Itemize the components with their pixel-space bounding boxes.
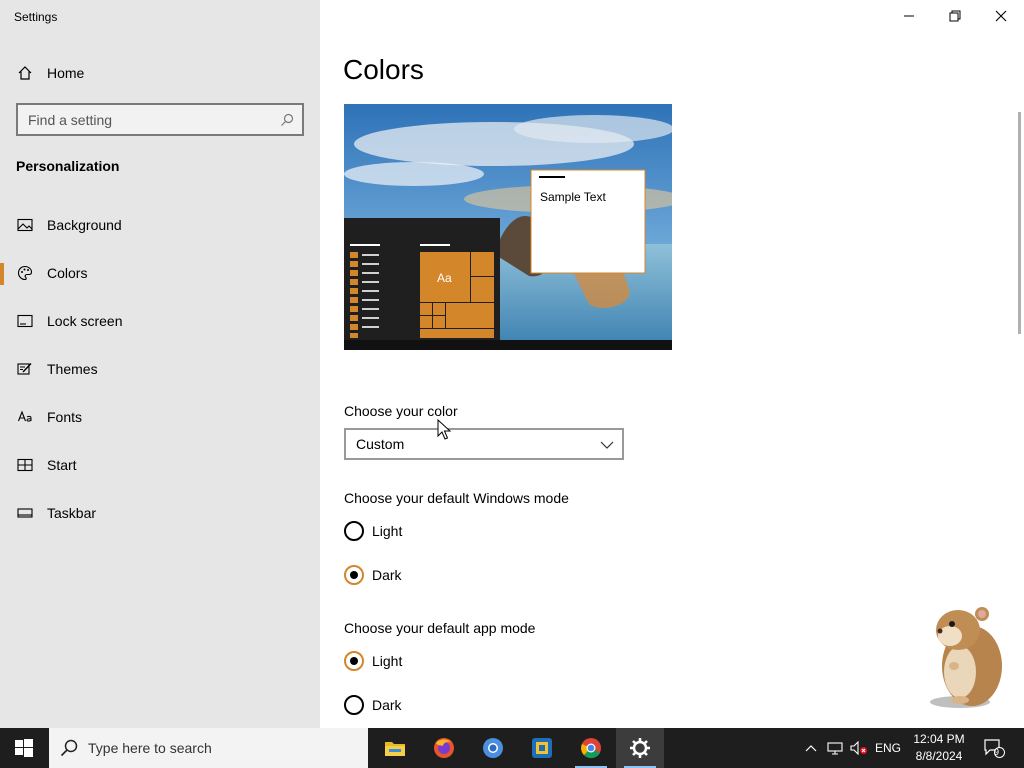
network-tray-button[interactable] [824, 728, 846, 768]
lock-screen-icon [17, 313, 33, 329]
action-center-button[interactable]: 9 [980, 728, 1008, 768]
radio-label: Light [372, 523, 403, 539]
sidebar-item-lock-screen[interactable]: Lock screen [0, 301, 320, 341]
taskbar-firefox[interactable] [420, 728, 468, 768]
search-icon[interactable] [279, 112, 295, 128]
chrome-icon [581, 738, 601, 759]
restore-button[interactable] [932, 0, 978, 32]
show-hidden-icons-button[interactable] [800, 728, 822, 768]
close-button[interactable] [978, 0, 1024, 32]
active-indicator [0, 263, 4, 285]
find-setting-search[interactable] [16, 103, 304, 136]
taskbar-chromium[interactable] [469, 728, 517, 768]
windows-logo-icon [15, 739, 33, 757]
search-icon [59, 738, 79, 758]
sidebar-item-label: Lock screen [47, 313, 123, 329]
clock-date: 8/8/2024 [915, 749, 963, 763]
sidebar-item-themes[interactable]: Themes [0, 349, 320, 389]
notification-count-badge: 9 [994, 747, 1000, 757]
hamster-mascot-icon [930, 607, 1002, 708]
volume-muted-icon [850, 741, 867, 755]
taskbar-search-box[interactable]: Type here to search [49, 728, 368, 768]
restore-icon [949, 10, 961, 22]
app-title: Settings [14, 10, 58, 24]
windows-mode-label: Choose your default Windows mode [344, 490, 569, 506]
sidebar-item-label: Colors [47, 265, 88, 281]
taskbar-app[interactable] [518, 728, 566, 768]
taskbar-file-explorer[interactable] [371, 728, 419, 768]
picture-icon [17, 217, 33, 233]
radio-button[interactable] [344, 521, 364, 541]
app-mode-dark-option[interactable]: Dark [344, 693, 402, 717]
windows-mode-light-option[interactable]: Light [344, 519, 402, 543]
home-nav-item[interactable]: Home [0, 56, 320, 90]
radio-button[interactable] [344, 651, 364, 671]
chevron-down-icon [600, 438, 614, 452]
sidebar-item-label: Themes [47, 361, 98, 377]
windows-mode-dark-option[interactable]: Dark [344, 563, 402, 587]
radio-label: Dark [372, 567, 402, 583]
mouse-cursor-icon [437, 419, 451, 440]
radio-label: Dark [372, 697, 402, 713]
radio-button[interactable] [344, 695, 364, 715]
language-indicator[interactable]: ENG [872, 728, 904, 768]
preview-sample-text: Sample Text [540, 190, 606, 204]
scrollbar[interactable] [1018, 112, 1021, 334]
sidebar-item-label: Fonts [47, 409, 83, 425]
chromium-icon [483, 738, 503, 758]
taskbar-icon [17, 505, 33, 521]
radio-button[interactable] [344, 565, 364, 585]
palette-icon [17, 265, 33, 281]
sidebar: Settings Home Personalization Background… [0, 0, 320, 728]
sidebar-item-taskbar[interactable]: Taskbar [0, 493, 320, 533]
color-dropdown-value: Custom [356, 436, 405, 452]
clock[interactable]: 12:04 PM 8/8/2024 [906, 731, 972, 765]
sidebar-item-label: Background [47, 217, 122, 233]
home-icon [17, 65, 33, 81]
minimize-button[interactable] [886, 0, 932, 32]
sidebar-item-start[interactable]: Start [0, 445, 320, 485]
app-mode-light-option[interactable]: Light [344, 649, 402, 673]
sidebar-item-background[interactable]: Background [0, 205, 320, 245]
choose-color-label: Choose your color [344, 403, 458, 419]
app-icon [532, 738, 552, 758]
network-icon [827, 742, 843, 755]
sidebar-item-fonts[interactable]: Fonts [0, 397, 320, 437]
sidebar-item-label: Start [47, 457, 77, 473]
color-preview: Aa Sample Text [344, 104, 672, 350]
file-explorer-icon [385, 742, 405, 756]
sidebar-item-colors[interactable]: Colors [0, 253, 320, 293]
start-button[interactable] [0, 728, 48, 768]
taskbar-search-placeholder: Type here to search [88, 740, 212, 756]
minimize-icon [904, 15, 914, 17]
section-title: Personalization [16, 158, 120, 174]
radio-label: Light [372, 653, 403, 669]
page-title: Colors [343, 54, 424, 85]
fonts-icon [17, 409, 33, 425]
volume-tray-button[interactable] [848, 728, 870, 768]
taskbar-chrome[interactable] [567, 728, 615, 768]
app-mode-label: Choose your default app mode [344, 620, 536, 636]
start-icon [17, 457, 33, 473]
find-setting-input[interactable] [28, 111, 268, 129]
taskbar-settings[interactable] [616, 728, 664, 768]
preview-tile-text: Aa [437, 271, 452, 285]
close-icon [995, 10, 1007, 22]
preview-image: Aa Sample Text [344, 104, 672, 350]
home-label: Home [47, 65, 85, 81]
firefox-icon [434, 738, 454, 758]
clock-time: 12:04 PM [913, 732, 965, 746]
taskbar: Type here to search ENG 12:04 PM 8/8/202… [0, 728, 1024, 768]
color-dropdown[interactable]: Custom [344, 428, 624, 460]
sidebar-item-label: Taskbar [47, 505, 97, 521]
themes-icon [17, 361, 33, 377]
chevron-up-icon [805, 745, 817, 752]
settings-icon [630, 738, 650, 758]
